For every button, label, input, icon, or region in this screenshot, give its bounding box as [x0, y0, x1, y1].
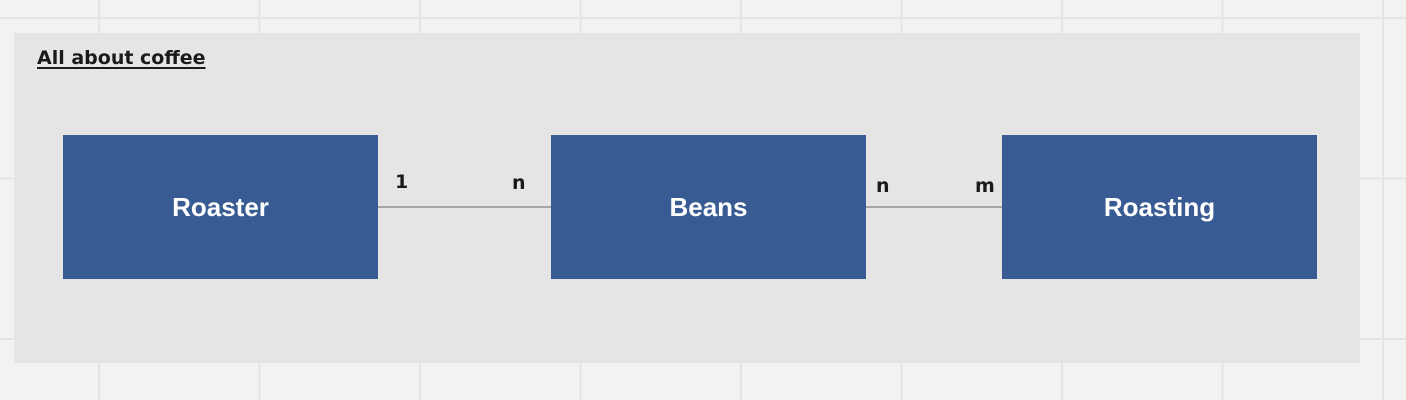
cardinality-label: n — [512, 172, 526, 194]
frame-title[interactable]: All about coffee — [37, 47, 206, 69]
entity-label: Roaster — [172, 191, 269, 222]
relationship-connector-beans-roasting[interactable] — [866, 206, 1002, 208]
entity-roaster[interactable]: Roaster — [63, 135, 378, 279]
cardinality-label: 1 — [395, 171, 409, 193]
diagram-frame[interactable]: All about coffee Roaster 1 n Beans n m R… — [14, 33, 1360, 363]
cardinality-label: n — [876, 175, 890, 197]
relationship-connector-roaster-beans[interactable] — [378, 206, 551, 208]
entity-label: Roasting — [1103, 191, 1216, 222]
entity-roasting[interactable]: Roasting — [1002, 135, 1317, 279]
cardinality-label: m — [975, 175, 995, 197]
entity-label: Beans — [669, 191, 748, 222]
entity-beans[interactable]: Beans — [551, 135, 866, 279]
